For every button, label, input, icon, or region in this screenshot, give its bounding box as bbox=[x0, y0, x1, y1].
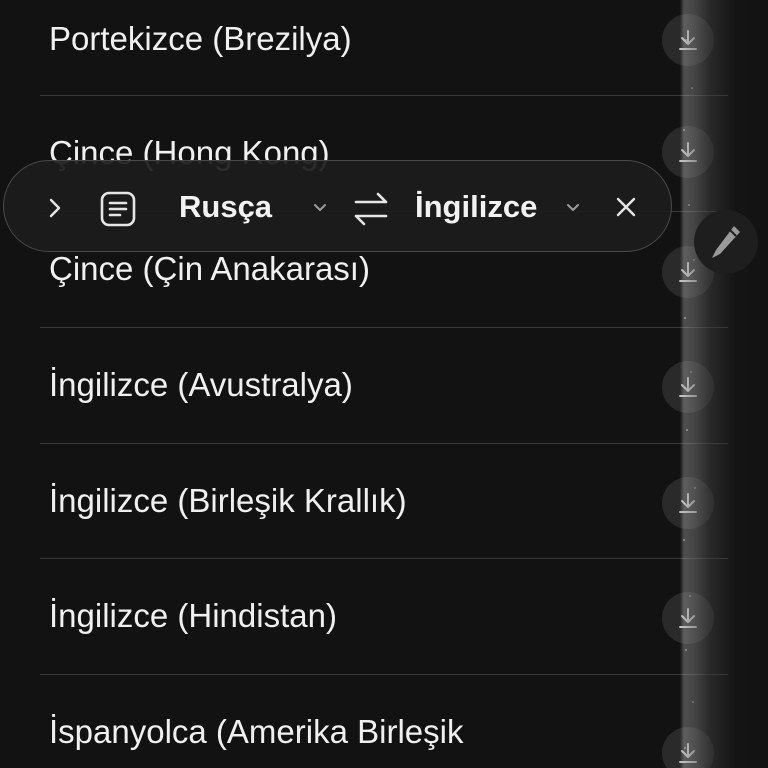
language-label: İspanyolca (Amerika Birleşik bbox=[49, 713, 464, 750]
edge-speckle bbox=[683, 39, 696, 749]
language-label: Portekizce (Brezilya) bbox=[49, 20, 352, 57]
list-item[interactable]: İspanyolca (Amerika Birleşik bbox=[0, 675, 768, 768]
source-language-selector[interactable]: Rusça bbox=[179, 187, 272, 227]
source-language-dropdown[interactable] bbox=[309, 196, 331, 218]
list-item[interactable]: Portekizce (Brezilya) bbox=[0, 0, 768, 95]
document-button[interactable] bbox=[98, 189, 138, 229]
list-item[interactable]: İngilizce (Avustralya) bbox=[0, 328, 768, 443]
close-icon bbox=[616, 197, 636, 217]
translation-bar: Rusça İngilizce bbox=[3, 160, 672, 252]
language-list: Portekizce (Brezilya) Çince (Hong Kong) … bbox=[0, 0, 768, 768]
expand-button[interactable] bbox=[40, 193, 70, 223]
list-item[interactable]: İngilizce (Hindistan) bbox=[0, 559, 768, 674]
language-label: İngilizce (Birleşik Krallık) bbox=[49, 482, 407, 519]
document-icon bbox=[100, 191, 136, 227]
close-button[interactable] bbox=[610, 191, 642, 223]
language-label: İngilizce (Avustralya) bbox=[49, 366, 353, 403]
language-label: İngilizce (Hindistan) bbox=[49, 597, 337, 634]
chevron-down-icon bbox=[567, 204, 579, 211]
chevron-right-icon bbox=[49, 198, 61, 218]
pencil-icon bbox=[712, 226, 740, 258]
language-label: Çince (Çin Anakarası) bbox=[49, 250, 370, 287]
swap-icon bbox=[354, 192, 388, 226]
list-item[interactable]: İngilizce (Birleşik Krallık) bbox=[0, 444, 768, 559]
chevron-down-icon bbox=[314, 204, 326, 211]
swap-languages-button[interactable] bbox=[350, 189, 392, 229]
edit-button[interactable] bbox=[694, 210, 758, 274]
target-language-selector[interactable]: İngilizce bbox=[415, 187, 537, 227]
target-language-dropdown[interactable] bbox=[562, 196, 584, 218]
